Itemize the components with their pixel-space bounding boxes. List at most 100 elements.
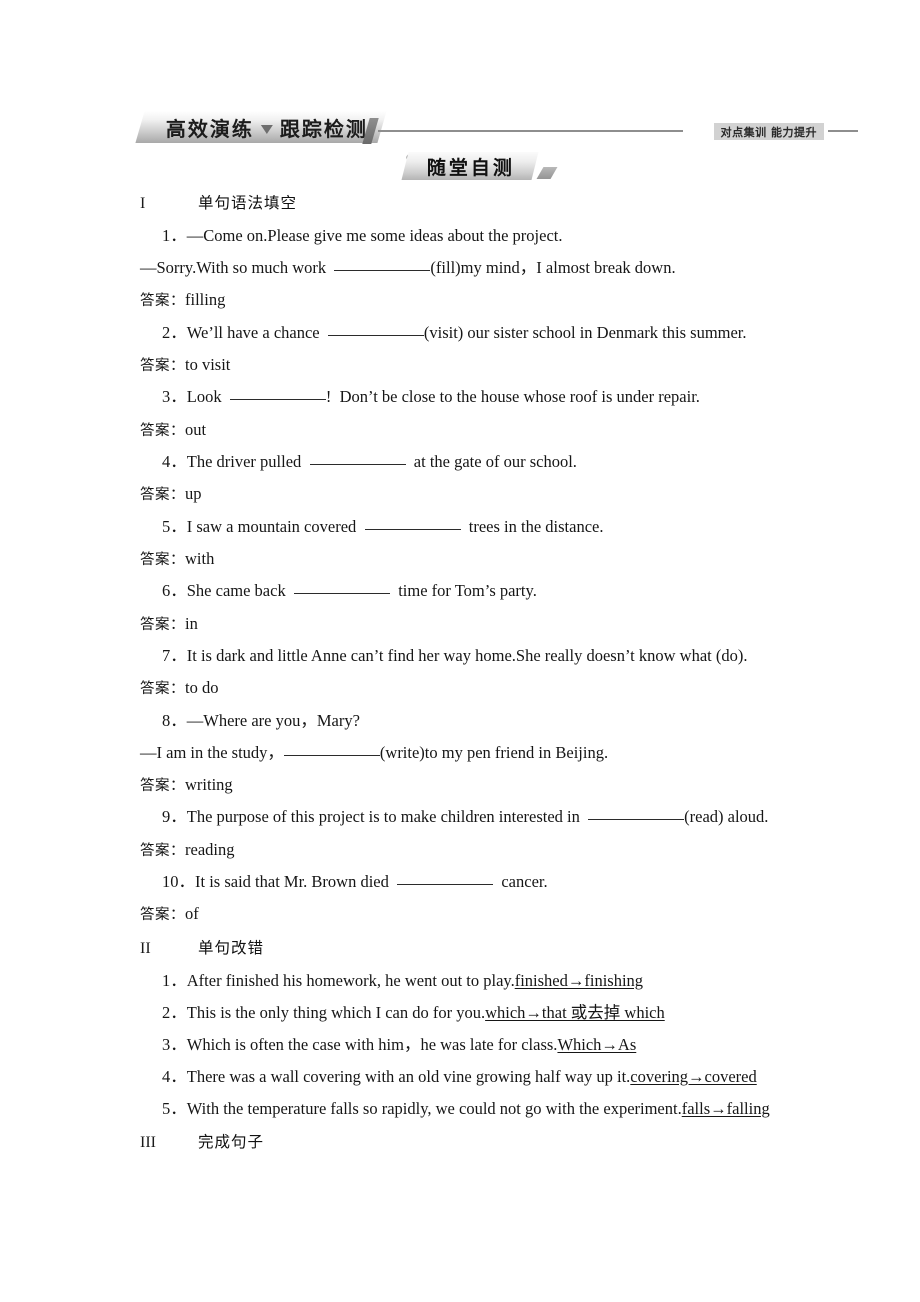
- answer-blank[interactable]: [364, 528, 461, 530]
- question-line: 1．After finished his homework, he went o…: [140, 965, 920, 997]
- answer-line: 答案：of: [140, 898, 920, 931]
- question-line: 3．Look ! Don’t be close to the house who…: [140, 381, 920, 413]
- question-text: (fill)my mind，I almost break down.: [430, 258, 676, 278]
- question-line: 8．—Where are you，Mary?: [140, 705, 920, 737]
- section-label: 单句改错: [198, 938, 265, 957]
- answer-blank[interactable]: [229, 399, 326, 401]
- answer-value: to do: [185, 678, 219, 698]
- question-text: 5．With the temperature falls so rapidly,…: [162, 1099, 682, 1119]
- answer-line: 答案：in: [140, 608, 920, 641]
- question-text: —Sorry.With so much work: [140, 258, 335, 278]
- answer-value: with: [185, 548, 215, 568]
- answer-value: of: [185, 904, 199, 924]
- section-number: III: [140, 1134, 156, 1152]
- answer-line: 答案：up: [140, 478, 920, 511]
- answer-value: in: [185, 613, 198, 633]
- question-text: 4．There was a wall covering with an old …: [162, 1067, 631, 1087]
- answer-line: 答案：to do: [140, 672, 920, 705]
- answer-value: writing: [185, 774, 233, 794]
- answer-prefix: 答案：: [140, 487, 185, 504]
- question-text: 3．Which is often the case with him，he wa…: [162, 1035, 558, 1054]
- answer-line: 答案：filling: [140, 284, 920, 317]
- question-text: (read) aloud.: [684, 807, 769, 827]
- answer-value: filling: [185, 290, 226, 310]
- answer-blank[interactable]: [309, 464, 406, 466]
- answer-line: 答案：to visit: [140, 349, 920, 382]
- question-line: 2．This is the only thing which I can do …: [140, 997, 920, 1029]
- header-divider-right: [828, 130, 858, 132]
- header-right-badge: 对点集训 能力提升: [713, 123, 824, 140]
- answer-blank[interactable]: [588, 819, 685, 821]
- question-text: 8．—Where are you，Mary?: [162, 710, 360, 730]
- question-line: 10．It is said that Mr. Brown died cancer…: [140, 866, 920, 898]
- answer-prefix: 答案：: [140, 681, 185, 698]
- section-label: 完成句子: [198, 1133, 265, 1152]
- header-right-badge-label: 对点集训 能力提升: [720, 125, 817, 139]
- section-number: II: [140, 939, 151, 957]
- question-text: 7．It is dark and little Anne can’t find …: [162, 646, 748, 666]
- answer-prefix: 答案：: [140, 357, 185, 374]
- answer-prefix: 答案：: [140, 777, 185, 794]
- answer-prefix: 答案：: [140, 422, 185, 439]
- question-line: 7．It is dark and little Anne can’t find …: [140, 640, 822, 672]
- question-text: cancer.: [493, 872, 548, 892]
- question-text: (visit) our sister school in Denmark thi…: [423, 322, 747, 342]
- question-text: at the gate of our school.: [405, 452, 577, 472]
- question-text: (write)to my pen friend in Beijing.: [379, 742, 609, 762]
- correction-answer: finished→finishing: [514, 970, 644, 990]
- question-line: 1．—Come on.Please give me some ideas abo…: [140, 220, 920, 252]
- answer-value: reading: [185, 839, 235, 859]
- header-banner-title-primary: 高效演练: [166, 116, 254, 141]
- triangle-down-icon: [261, 124, 273, 134]
- question-line: 9．The purpose of this project is to make…: [140, 801, 920, 833]
- correction-answer: which→that 或去掉 which: [485, 1002, 665, 1022]
- section-number: I: [140, 195, 146, 212]
- answer-line: 答案：out: [140, 414, 920, 447]
- question-text: 1．After finished his homework, he went o…: [162, 970, 515, 990]
- question-text: 6．She came back: [162, 581, 294, 601]
- answer-blank[interactable]: [334, 270, 431, 272]
- answer-line: 答案：writing: [140, 769, 920, 802]
- question-text: 10．It is said that Mr. Brown died: [162, 872, 398, 892]
- question-line: 6．She came back time for Tom’s party.: [140, 575, 920, 607]
- answer-blank[interactable]: [283, 754, 380, 756]
- question-line: 3．Which is often the case with him，he wa…: [140, 1029, 920, 1061]
- answer-blank[interactable]: [327, 334, 424, 336]
- header-left-banner: 高效演练 跟踪检测: [135, 111, 387, 143]
- question-text: 1．—Come on.Please give me some ideas abo…: [162, 226, 563, 245]
- answer-prefix: 答案：: [140, 293, 185, 310]
- header-divider-left: [378, 130, 683, 132]
- question-text: 4．The driver pulled: [162, 452, 310, 472]
- question-line: 4．The driver pulled at the gate of our s…: [140, 446, 920, 478]
- section-label: 单句语法填空: [198, 194, 298, 212]
- section-heading: II 单句改错: [140, 931, 920, 965]
- question-text: 2．We’ll have a chance: [162, 322, 328, 342]
- answer-line: 答案：reading: [140, 834, 920, 867]
- section-heading: I 单句语法填空: [140, 186, 920, 220]
- question-text: 9．The purpose of this project is to make…: [162, 807, 589, 827]
- question-line: 5．I saw a mountain covered trees in the …: [140, 511, 920, 543]
- header-left-banner-content: 高效演练 跟踪检测: [166, 113, 368, 142]
- correction-answer: falls→falling: [681, 1099, 770, 1119]
- question-text: trees in the distance.: [460, 516, 604, 536]
- page-title: 随堂自测: [427, 156, 516, 179]
- header-banner-title-secondary: 跟踪检测: [280, 116, 368, 141]
- answer-blank[interactable]: [397, 884, 494, 886]
- worksheet-content: I 单句语法填空 1．—Come on.Please give me some id…: [0, 186, 920, 1159]
- correction-answer: Which→As: [557, 1035, 637, 1054]
- question-text: 3．Look: [162, 387, 230, 407]
- answer-value: to visit: [185, 354, 231, 374]
- question-line: —I am in the study， (write)to my pen frie…: [140, 737, 920, 769]
- answer-value: out: [185, 419, 207, 439]
- answer-value: up: [185, 484, 202, 504]
- answer-prefix: 答案：: [140, 842, 185, 859]
- question-text: time for Tom’s party.: [389, 581, 537, 601]
- question-text: —I am in the study，: [140, 742, 284, 762]
- section-title-banner: 随堂自测: [401, 152, 539, 180]
- page-header: 高效演练 跟踪检测 对点集训 能力提升: [0, 108, 920, 152]
- question-text: ! Don’t be close to the house whose roof…: [325, 387, 700, 407]
- question-text: 5．I saw a mountain covered: [162, 516, 365, 536]
- answer-blank[interactable]: [293, 593, 390, 595]
- answer-prefix: 答案：: [140, 551, 185, 568]
- question-line: —Sorry.With so much work (fill)my mind，I…: [140, 252, 920, 284]
